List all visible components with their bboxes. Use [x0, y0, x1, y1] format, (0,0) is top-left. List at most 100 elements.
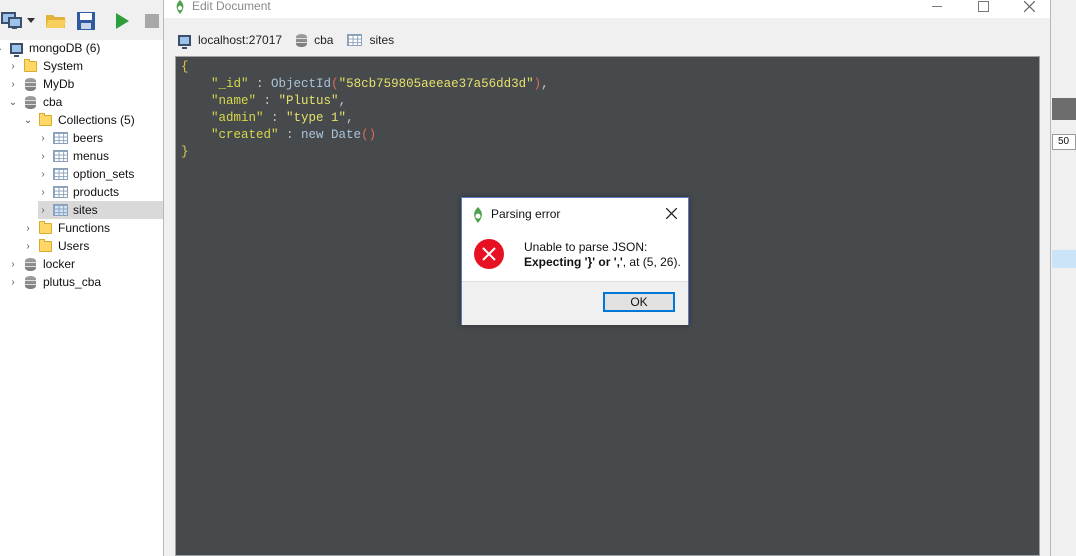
close-icon — [665, 207, 677, 219]
open-brace: { — [181, 60, 189, 74]
code-line-id: "_id" : ObjectId("58cb759805aeeae37a56dd… — [181, 76, 549, 93]
dialog-close-button[interactable] — [662, 204, 680, 222]
main-toolbar — [0, 0, 170, 40]
folder-icon — [22, 58, 38, 74]
code-line-admin: "admin" : "type 1", — [181, 110, 354, 127]
database-icon — [22, 274, 38, 290]
error-message-bold: Expecting '}' or ',' — [524, 255, 623, 269]
tree-item-functions[interactable]: › Functions — [23, 219, 186, 237]
chevron-right-icon[interactable]: › — [38, 147, 48, 165]
close-icon — [1023, 0, 1035, 12]
window-title: Edit Document — [192, 0, 271, 13]
tree-item-label: Users — [58, 239, 90, 253]
code-line-created: "created" : new Date() — [181, 127, 376, 144]
field-separator: : — [278, 128, 302, 142]
field-separator: : — [256, 94, 279, 108]
collection-icon — [52, 202, 68, 218]
chevron-right-icon[interactable]: › — [38, 183, 48, 201]
chevron-right-icon[interactable]: › — [8, 57, 18, 75]
chevron-right-icon[interactable]: › — [8, 75, 18, 93]
tree-item-mydb[interactable]: › MyDb — [8, 75, 171, 93]
error-message-line1: Unable to parse JSON: — [524, 240, 648, 254]
tree-item-locker[interactable]: › locker — [8, 255, 171, 273]
breadcrumb-database-label: cba — [314, 33, 334, 47]
tree-item-cba[interactable]: ⌄ cba — [8, 93, 171, 111]
field-key: "name" — [211, 94, 257, 108]
tree-item-system[interactable]: › System — [8, 57, 171, 75]
stop-icon[interactable] — [140, 9, 164, 33]
close-window-button[interactable] — [1006, 0, 1052, 18]
error-icon — [474, 239, 504, 269]
connect-dropdown-icon[interactable] — [24, 9, 38, 33]
tree-item-label: Functions — [58, 221, 111, 235]
chevron-right-icon[interactable]: › — [8, 255, 18, 273]
paren-close: ) — [368, 128, 377, 142]
error-message-line2: Expecting '}' or ',', at (5, 26). — [524, 255, 681, 269]
mongodb-leaf-icon — [471, 207, 485, 226]
chevron-down-icon[interactable]: ⌄ — [8, 93, 18, 111]
chevron-down-icon[interactable]: ⌄ — [0, 39, 4, 57]
chevron-right-icon[interactable]: › — [23, 219, 33, 237]
chevron-right-icon[interactable]: › — [38, 129, 48, 147]
tree-item-collections[interactable]: ⌄ Collections (5) — [23, 111, 186, 129]
tree-item-users[interactable]: › Users — [23, 237, 186, 255]
field-trailing: , — [541, 77, 549, 91]
field-function: ObjectId — [271, 77, 332, 91]
close-brace: } — [181, 145, 189, 159]
field-key: "_id" — [211, 77, 249, 91]
tree-item-plutus-cba[interactable]: › plutus_cba — [8, 273, 171, 291]
field-arg: "58cb759805aeeae37a56dd3d" — [338, 77, 534, 91]
background-tab-bar — [1052, 98, 1076, 120]
database-icon — [296, 33, 308, 47]
server-icon — [178, 34, 191, 49]
field-trailing: , — [346, 111, 354, 125]
folder-icon — [37, 112, 53, 128]
maximize-button[interactable] — [960, 0, 1006, 18]
parsing-error-dialog: Parsing error Unable to parse JSON: Expe… — [461, 197, 689, 325]
tree-item-label: System — [43, 59, 84, 73]
paren-open: ( — [361, 128, 369, 142]
tree-item-label: Collections (5) — [58, 113, 135, 127]
field-separator: : — [263, 111, 287, 125]
tree-item-root[interactable]: ⌄ mongoDB (6) — [0, 39, 157, 57]
field-separator: : — [248, 77, 272, 91]
window-titlebar: Edit Document — [164, 0, 1050, 18]
field-trailing: , — [338, 94, 347, 108]
dialog-body: Unable to parse JSON: Expecting '}' or '… — [462, 228, 688, 280]
folder-icon — [37, 238, 53, 254]
open-folder-icon[interactable] — [44, 9, 68, 33]
collection-icon — [52, 130, 68, 146]
save-icon[interactable] — [74, 9, 98, 33]
page-size-field[interactable]: 50 — [1052, 134, 1076, 150]
database-icon — [22, 256, 38, 272]
chevron-right-icon[interactable]: › — [38, 201, 48, 219]
minimize-button[interactable] — [914, 0, 960, 18]
chevron-right-icon[interactable]: › — [8, 273, 18, 291]
breadcrumb-host: localhost:27017 — [178, 33, 282, 49]
database-icon — [22, 76, 38, 92]
field-key: "admin" — [211, 111, 264, 125]
background-selected-row[interactable] — [1052, 250, 1076, 268]
mongodb-leaf-icon — [174, 0, 186, 17]
breadcrumb: localhost:27017 cba sites — [164, 28, 1050, 52]
chevron-right-icon[interactable]: › — [23, 237, 33, 255]
paren-close: ) — [533, 77, 542, 91]
field-value: "Plutus" — [278, 94, 339, 108]
field-key: "created" — [211, 128, 279, 142]
ok-button[interactable]: OK — [603, 292, 675, 312]
run-icon[interactable] — [110, 9, 134, 33]
connect-icon[interactable] — [0, 9, 24, 33]
collection-icon — [347, 34, 363, 46]
breadcrumb-collection: sites — [347, 33, 394, 47]
tree-item-sites[interactable]: › sites — [38, 201, 163, 219]
database-icon — [22, 94, 38, 110]
dialog-titlebar: Parsing error — [462, 198, 688, 228]
server-icon — [8, 40, 24, 57]
tree-item-label: sites — [73, 203, 98, 217]
maximize-icon — [977, 0, 989, 12]
breadcrumb-database: cba — [296, 33, 333, 47]
collection-icon — [52, 148, 68, 164]
chevron-right-icon[interactable]: › — [38, 165, 48, 183]
chevron-down-icon[interactable]: ⌄ — [23, 111, 33, 129]
tree-item-label: MyDb — [43, 77, 75, 91]
